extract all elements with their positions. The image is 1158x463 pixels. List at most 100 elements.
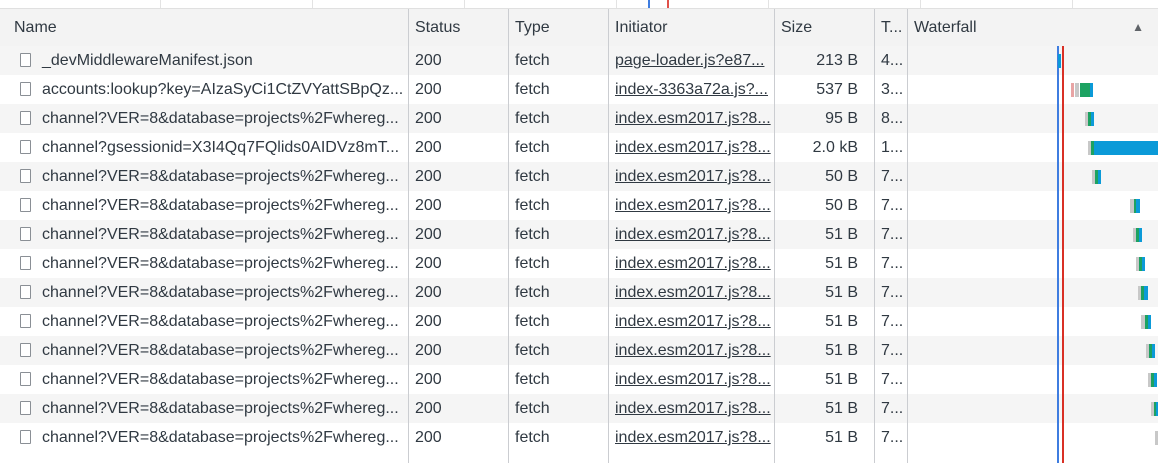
column-divider[interactable] (774, 9, 775, 463)
status-cell: 200 (415, 168, 442, 185)
status-cell: 200 (415, 284, 442, 301)
request-name: channel?VER=8&database=projects%2Fwhereg… (42, 226, 399, 243)
request-name-cell[interactable]: channel?VER=8&database=projects%2Fwhereg… (0, 394, 408, 423)
file-icon (20, 169, 31, 183)
table-row[interactable]: channel?VER=8&database=projects%2Fwhereg… (0, 278, 1158, 307)
column-header-initiator[interactable]: Initiator (609, 9, 774, 46)
time-cell: 7... (881, 255, 904, 272)
initiator-link[interactable]: index.esm2017.js?8... (609, 336, 774, 365)
type-cell: fetch (515, 81, 550, 98)
request-name-cell[interactable]: channel?VER=8&database=projects%2Fwhereg… (0, 191, 408, 220)
waterfall-cell[interactable] (908, 365, 1158, 394)
request-name-cell[interactable]: channel?VER=8&database=projects%2Fwhereg… (0, 365, 408, 394)
waterfall-cell[interactable] (908, 249, 1158, 278)
table-row[interactable]: accounts:lookup?key=AIzaSyCi1CtZVYattSBp… (0, 75, 1158, 104)
time-cell: 7... (881, 371, 904, 388)
request-name-cell[interactable]: accounts:lookup?key=AIzaSyCi1CtZVYattSBp… (0, 75, 408, 104)
initiator-link[interactable]: index.esm2017.js?8... (609, 365, 774, 394)
time-cell: 7... (881, 342, 904, 359)
request-name-cell[interactable]: channel?VER=8&database=projects%2Fwhereg… (0, 162, 408, 191)
time-cell: 7... (881, 429, 904, 446)
initiator-link[interactable]: index.esm2017.js?8... (609, 133, 774, 162)
column-divider[interactable] (874, 9, 875, 463)
request-name-cell[interactable]: channel?VER=8&database=projects%2Fwhereg… (0, 278, 408, 307)
type-cell: fetch (515, 139, 550, 156)
waterfall-cell[interactable] (908, 133, 1158, 162)
size-cell: 51 B (825, 284, 858, 301)
size-cell: 50 B (825, 168, 858, 185)
initiator-link[interactable]: index.esm2017.js?8... (609, 278, 774, 307)
type-cell: fetch (515, 197, 550, 214)
waterfall-cell[interactable] (908, 220, 1158, 249)
waterfall-cell[interactable] (908, 46, 1158, 75)
request-name: channel?VER=8&database=projects%2Fwhereg… (42, 284, 399, 301)
table-row[interactable]: channel?VER=8&database=projects%2Fwhereg… (0, 249, 1158, 278)
initiator-link[interactable]: index.esm2017.js?8... (609, 104, 774, 133)
size-cell: 51 B (825, 342, 858, 359)
request-name-cell[interactable]: channel?VER=8&database=projects%2Fwhereg… (0, 423, 408, 452)
column-divider[interactable] (608, 9, 609, 463)
request-name: channel?VER=8&database=projects%2Fwhereg… (42, 313, 399, 330)
table-row[interactable]: channel?VER=8&database=projects%2Fwhereg… (0, 162, 1158, 191)
initiator-link[interactable]: index.esm2017.js?8... (609, 191, 774, 220)
table-row[interactable]: channel?VER=8&database=projects%2Fwhereg… (0, 104, 1158, 133)
column-header-size[interactable]: Size (775, 9, 874, 46)
initiator-link[interactable]: index.esm2017.js?8... (609, 220, 774, 249)
waterfall-cell[interactable] (908, 394, 1158, 423)
waterfall-cell[interactable] (908, 75, 1158, 104)
request-name-cell[interactable]: _devMiddlewareManifest.json (0, 46, 408, 75)
initiator-link[interactable]: index-3363a72a.js?... (609, 75, 774, 104)
table-row[interactable]: channel?VER=8&database=projects%2Fwhereg… (0, 365, 1158, 394)
request-name-cell[interactable]: channel?VER=8&database=projects%2Fwhereg… (0, 249, 408, 278)
status-cell: 200 (415, 81, 442, 98)
waterfall-cell[interactable] (908, 162, 1158, 191)
waterfall-cell[interactable] (908, 278, 1158, 307)
waterfall-cell[interactable] (908, 423, 1158, 452)
table-row[interactable]: channel?VER=8&database=projects%2Fwhereg… (0, 220, 1158, 249)
request-name-cell[interactable]: channel?gsessionid=X3I4Qq7FQlids0AIDVz8m… (0, 133, 408, 162)
initiator-link[interactable]: index.esm2017.js?8... (609, 249, 774, 278)
waterfall-cell[interactable] (908, 191, 1158, 220)
initiator-link[interactable]: page-loader.js?e87... (609, 46, 774, 75)
sort-ascending-icon[interactable]: ▲ (1132, 9, 1144, 46)
column-divider[interactable] (907, 9, 908, 463)
request-name-cell[interactable]: channel?VER=8&database=projects%2Fwhereg… (0, 220, 408, 249)
column-header-name[interactable]: Name (0, 9, 408, 46)
initiator-link[interactable]: index.esm2017.js?8... (609, 423, 774, 452)
file-icon (20, 82, 31, 96)
initiator-link[interactable]: index.esm2017.js?8... (609, 394, 774, 423)
size-cell: 537 B (816, 81, 858, 98)
table-row[interactable]: _devMiddlewareManifest.json 200 fetch page-… (0, 46, 1158, 75)
initiator-link[interactable]: index.esm2017.js?8... (609, 307, 774, 336)
status-cell: 200 (415, 342, 442, 359)
column-header-type[interactable]: Type (509, 9, 608, 46)
request-name: accounts:lookup?key=AIzaSyCi1CtZVYattSBp… (42, 81, 404, 98)
table-row[interactable]: channel?gsessionid=X3I4Qq7FQlids0AIDVz8m… (0, 133, 1158, 162)
type-cell: fetch (515, 342, 550, 359)
column-header-time[interactable]: T... (875, 9, 907, 46)
request-name-cell[interactable]: channel?VER=8&database=projects%2Fwhereg… (0, 307, 408, 336)
file-icon (20, 314, 31, 328)
file-icon (20, 111, 31, 125)
time-cell: 1... (881, 139, 904, 156)
initiator-link[interactable]: index.esm2017.js?8... (609, 162, 774, 191)
column-divider[interactable] (508, 9, 509, 463)
status-cell: 200 (415, 110, 442, 127)
table-row[interactable]: channel?VER=8&database=projects%2Fwhereg… (0, 336, 1158, 365)
request-name-cell[interactable]: channel?VER=8&database=projects%2Fwhereg… (0, 104, 408, 133)
column-divider[interactable] (408, 9, 409, 463)
waterfall-cell[interactable] (908, 307, 1158, 336)
table-row[interactable]: channel?VER=8&database=projects%2Fwhereg… (0, 191, 1158, 220)
waterfall-cell[interactable] (908, 336, 1158, 365)
table-row[interactable]: channel?VER=8&database=projects%2Fwhereg… (0, 423, 1158, 452)
table-row[interactable]: channel?VER=8&database=projects%2Fwhereg… (0, 307, 1158, 336)
waterfall-cell[interactable] (908, 104, 1158, 133)
file-icon (20, 372, 31, 386)
column-header-status[interactable]: Status (409, 9, 508, 46)
file-icon (20, 227, 31, 241)
column-header-waterfall[interactable]: Waterfall ▲ (908, 9, 1158, 46)
request-name-cell[interactable]: channel?VER=8&database=projects%2Fwhereg… (0, 336, 408, 365)
overview-grid-line (768, 0, 769, 8)
table-row[interactable]: channel?VER=8&database=projects%2Fwhereg… (0, 394, 1158, 423)
timeline-overview[interactable] (0, 0, 1158, 9)
